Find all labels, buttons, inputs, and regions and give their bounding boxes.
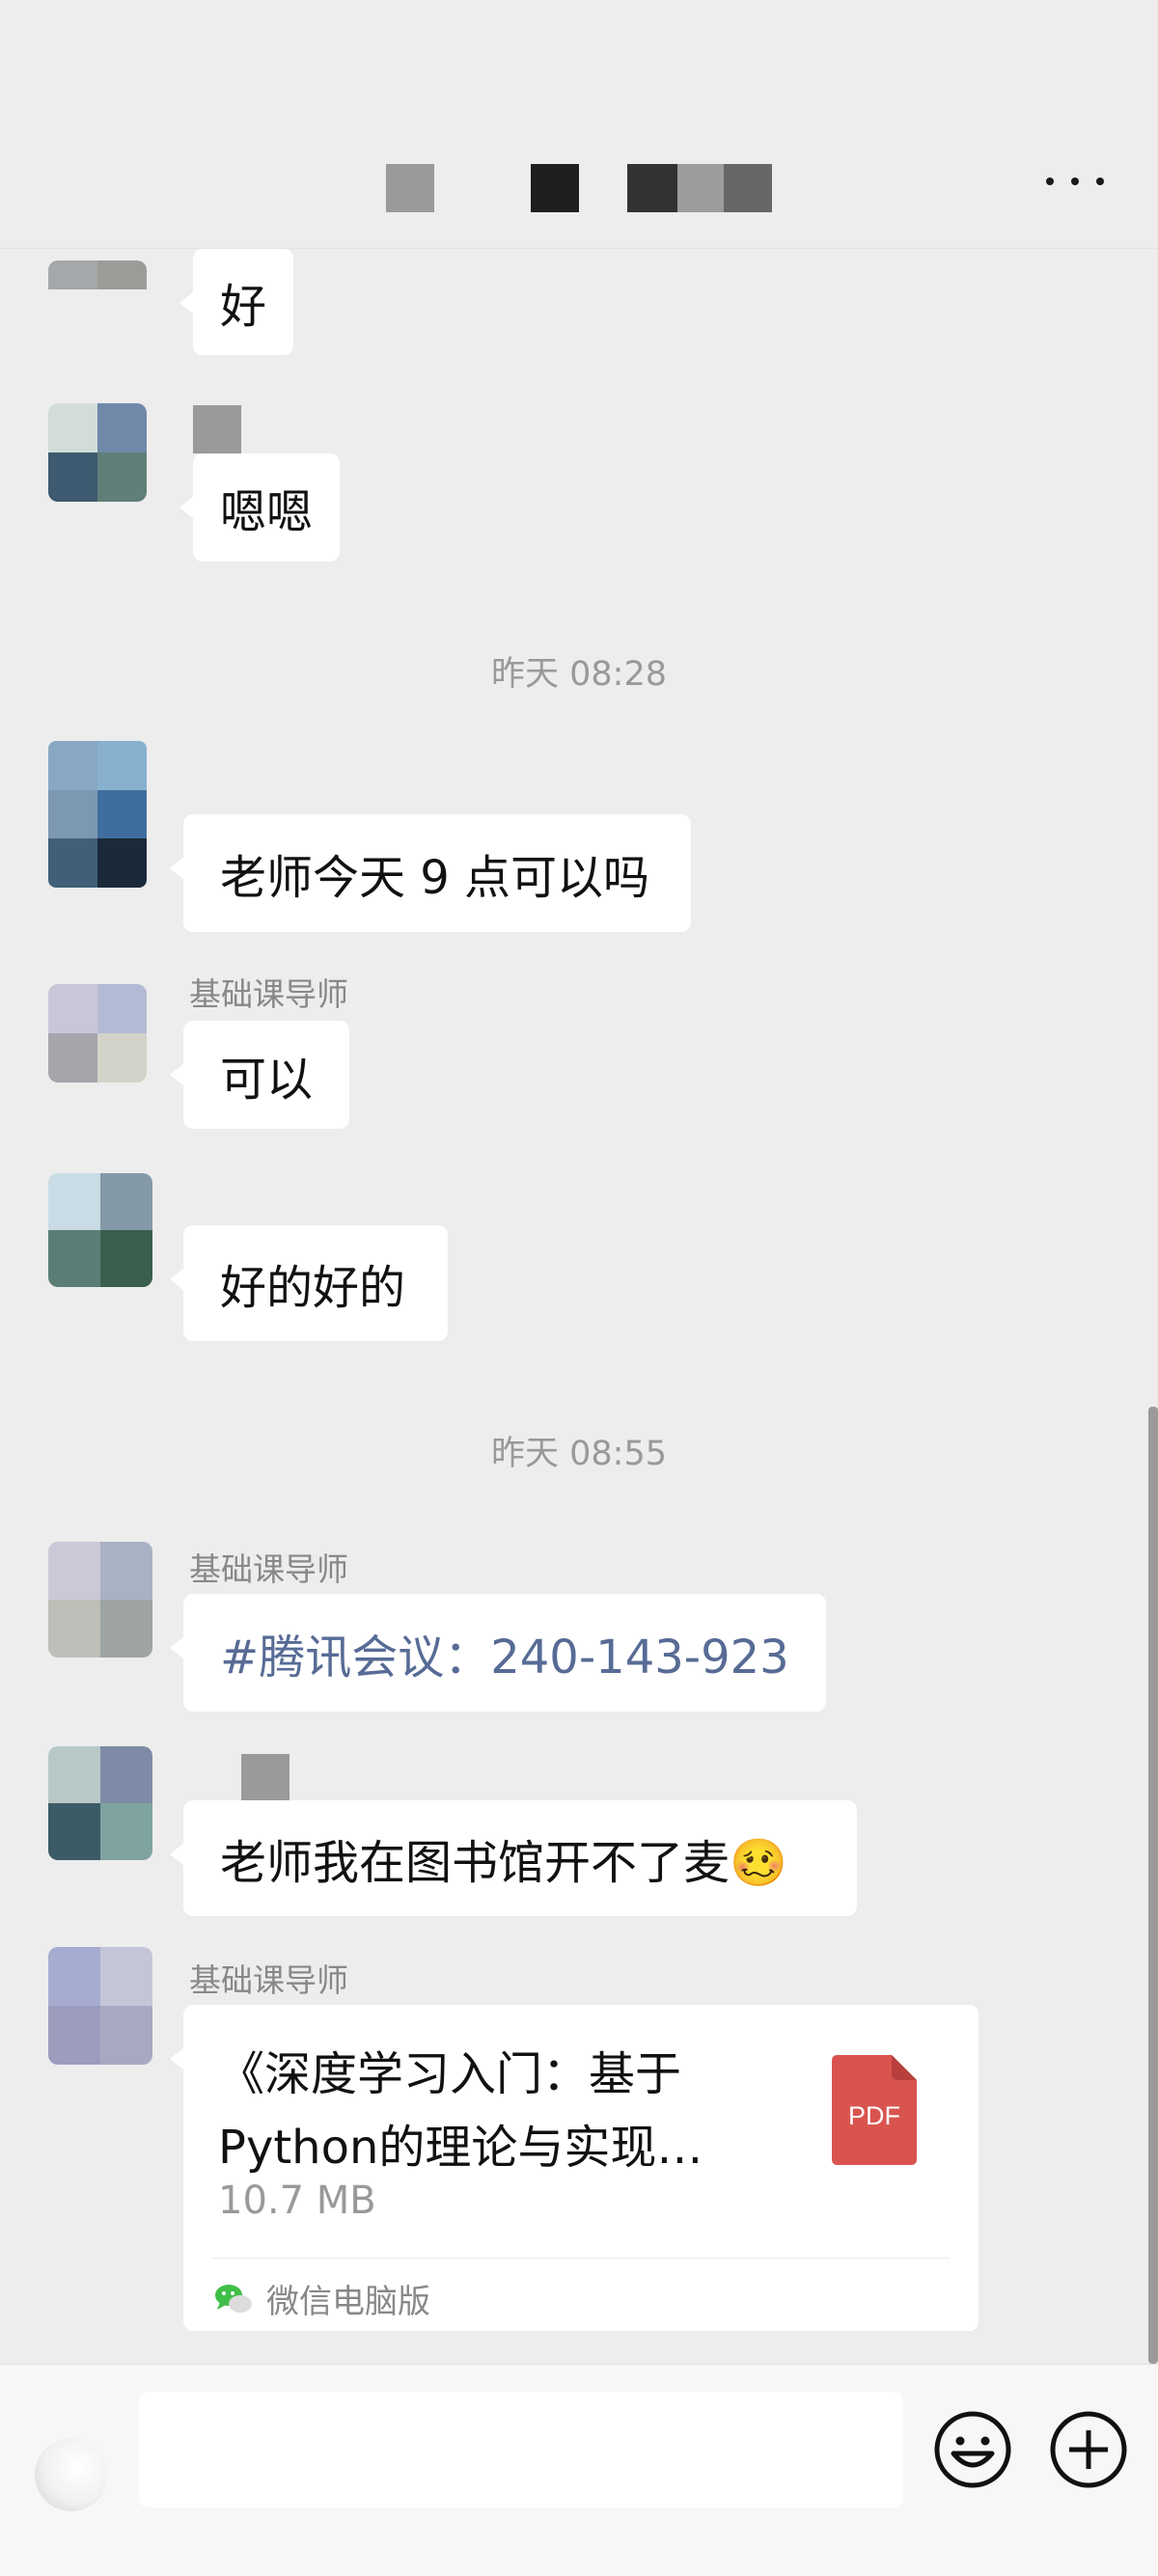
voice-icon[interactable] <box>35 2438 108 2511</box>
file-size: 10.7 MB <box>218 2179 376 2223</box>
message-text: 嗯嗯 <box>220 485 314 539</box>
message-bubble[interactable]: 好 <box>179 249 294 355</box>
title-block <box>677 164 724 212</box>
file-message-card[interactable]: 《深度学习入门：基于 Python的理论与实现… 10.7 MB PDF 微信电… <box>170 2005 979 2331</box>
message-text: 好 <box>220 280 267 334</box>
plus-icon[interactable] <box>1048 2409 1129 2490</box>
file-name: 《深度学习入门：基于 Python的理论与实现… <box>218 2038 758 2184</box>
avatar[interactable] <box>48 1746 152 1860</box>
sender-name: 基础课导师 <box>189 1550 348 1588</box>
timestamp: 昨天 08:28 <box>491 655 667 694</box>
message-bubble[interactable]: 老师今天 9 点可以吗 <box>170 814 691 932</box>
avatar[interactable] <box>48 260 147 318</box>
message-text: 可以 <box>220 1053 314 1107</box>
title-block <box>627 164 677 212</box>
file-source-label: 微信电脑版 <box>266 2283 430 2321</box>
sender-name-redacted <box>193 405 241 453</box>
message-text: 老师我在图书馆开不了麦🥴 <box>220 1836 787 1890</box>
avatar[interactable] <box>48 984 147 1082</box>
title-block <box>531 164 579 212</box>
chat-scrollbar[interactable] <box>1148 1407 1158 2364</box>
pdf-type-label: PDF <box>848 2101 900 2130</box>
sender-name-redacted <box>241 1754 290 1802</box>
title-block <box>386 164 434 212</box>
sender-name: 基础课导师 <box>189 975 348 1013</box>
message-text: #腾讯会议：240-143-923 <box>220 1631 789 1685</box>
file-name-line: Python的理论与实现… <box>218 2121 703 2175</box>
emoji-icon[interactable] <box>932 2409 1013 2490</box>
message-text: 好的好的 <box>220 1261 406 1315</box>
message-bubble[interactable]: 嗯嗯 <box>179 453 341 562</box>
pdf-file-icon: PDF <box>832 2055 917 2165</box>
message-bubble[interactable]: 老师我在图书馆开不了麦🥴 <box>170 1800 857 1916</box>
title-block <box>724 164 772 212</box>
divider <box>212 2258 950 2259</box>
sender-name: 基础课导师 <box>189 1961 348 1999</box>
file-name-line: 《深度学习入门：基于 <box>218 2047 682 2101</box>
avatar[interactable] <box>48 1173 152 1287</box>
wechat-icon <box>215 2284 252 2313</box>
message-bubble[interactable]: 好的好的 <box>170 1225 448 1341</box>
meeting-link-bubble[interactable]: #腾讯会议：240-143-923 <box>170 1594 826 1712</box>
message-input[interactable] <box>139 2392 903 2507</box>
avatar-tile <box>48 260 97 289</box>
timestamp: 昨天 08:55 <box>491 1435 667 1473</box>
file-source: 微信电脑版 <box>214 2275 430 2322</box>
avatar[interactable] <box>48 403 147 502</box>
message-text: 老师今天 9 点可以吗 <box>220 851 650 905</box>
message-bubble[interactable]: 可以 <box>170 1021 349 1129</box>
chat-header <box>0 0 1158 249</box>
avatar[interactable] <box>48 1947 152 2065</box>
input-bar <box>0 2364 1158 2576</box>
avatar[interactable] <box>48 741 147 888</box>
avatar[interactable] <box>48 1542 152 1658</box>
more-icon[interactable] <box>1046 162 1104 201</box>
